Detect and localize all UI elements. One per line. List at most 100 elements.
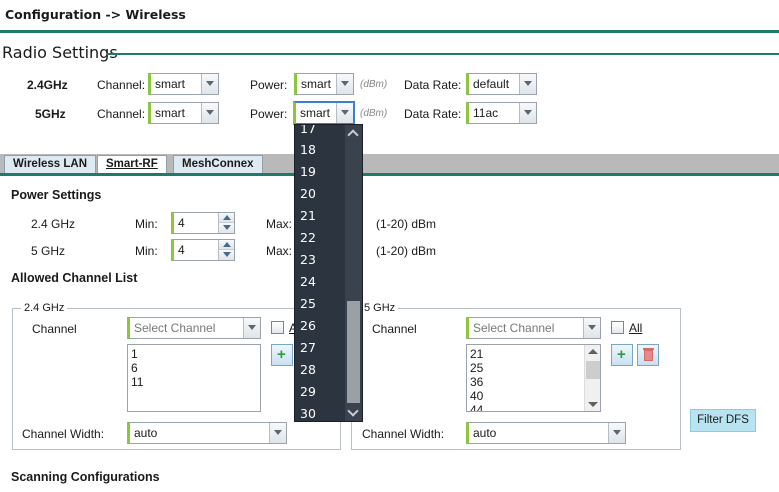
tab-wireless-lan[interactable]: Wireless LAN (4, 155, 97, 174)
allowed-channels-heading: Allowed Channel List (11, 271, 138, 285)
radio-band-label-24: 2.4GHz (27, 78, 68, 92)
chevron-down-icon[interactable] (519, 103, 536, 123)
dropdown-option[interactable]: 24 (300, 274, 316, 289)
dropdown-option[interactable]: 21 (300, 208, 316, 223)
channel-listbox-5[interactable]: 21 25 36 40 44 (466, 344, 601, 412)
dropdown-scrollbar[interactable] (345, 125, 362, 421)
channel-width-value-24: auto (134, 426, 158, 440)
dropdown-option[interactable]: 23 (300, 252, 316, 267)
increment-icon[interactable] (219, 213, 234, 223)
increment-icon[interactable] (219, 240, 234, 250)
plus-icon: + (617, 346, 626, 363)
plus-icon: + (277, 346, 286, 363)
power-unit-5: (dBm) (360, 108, 388, 119)
chevron-down-icon[interactable] (519, 74, 536, 94)
list-item[interactable]: 25 (470, 361, 597, 375)
channel-panel-24-legend: 2.4 GHz (21, 302, 68, 314)
scroll-thumb[interactable] (586, 361, 600, 379)
tab-meshconnex[interactable]: MeshConnex (173, 155, 263, 174)
data-rate-label-5: Data Rate: (404, 107, 462, 121)
list-item[interactable]: 6 (131, 361, 257, 375)
dropdown-option[interactable]: 26 (300, 318, 316, 333)
channel-label-5: Channel: (97, 107, 146, 121)
chevron-down-icon[interactable] (201, 103, 218, 123)
power-range-5: (1-20) dBm (376, 244, 437, 258)
data-rate-select-5[interactable]: 11ac (466, 102, 537, 124)
tab-smart-rf[interactable]: Smart-RF (97, 155, 167, 174)
power-dropdown-list[interactable]: 17 18 19 20 21 22 23 24 25 26 27 28 29 3… (294, 124, 363, 422)
chevron-down-icon[interactable] (243, 318, 260, 338)
decrement-icon[interactable] (219, 223, 234, 233)
scroll-down-icon[interactable] (588, 402, 598, 407)
power-select-24-value: smart (301, 77, 331, 91)
dropdown-option[interactable]: 29 (300, 384, 316, 399)
max-label-5: Max: (266, 244, 293, 258)
dropdown-option[interactable]: 18 (300, 142, 316, 157)
min-power-stepper-5[interactable]: 4 (171, 239, 235, 261)
min-power-stepper-24[interactable]: 4 (171, 212, 235, 234)
select-channel-24[interactable]: Select Channel (127, 317, 261, 339)
channel-listbox-24[interactable]: 1 6 11 (127, 344, 261, 412)
dropdown-option[interactable]: 17 (300, 125, 316, 136)
chevron-down-icon[interactable] (347, 405, 359, 417)
power-band-label-5: 5 GHz (31, 244, 66, 258)
add-channel-button-5[interactable]: + (611, 344, 633, 366)
channel-width-label-5: Channel Width: (362, 427, 445, 441)
channel-width-select-24[interactable]: auto (127, 422, 287, 444)
chevron-down-icon[interactable] (201, 74, 218, 94)
list-item[interactable]: 40 (470, 389, 597, 403)
dropdown-option[interactable]: 19 (300, 164, 316, 179)
channel-width-value-5: auto (473, 426, 497, 440)
list-item[interactable]: 21 (470, 347, 597, 361)
all-label-5[interactable]: All (629, 321, 642, 335)
power-select-24[interactable]: smart (294, 73, 354, 95)
power-select-5[interactable]: smart (293, 101, 355, 125)
min-power-value-24: 4 (178, 216, 185, 230)
tab-divider (0, 173, 779, 176)
list-item[interactable]: 36 (470, 375, 597, 389)
chevron-down-icon[interactable] (583, 318, 600, 338)
decrement-icon[interactable] (219, 250, 234, 260)
dropdown-scroll-thumb[interactable] (347, 301, 360, 403)
channel-panel-5-legend: 5 GHz (361, 302, 399, 314)
scanning-configurations-heading: Scanning Configurations (11, 470, 160, 484)
dropdown-option[interactable]: 22 (300, 230, 316, 245)
chevron-down-icon[interactable] (269, 423, 286, 443)
data-rate-select-24[interactable]: default (466, 73, 537, 95)
stepper-arrows (218, 240, 234, 260)
dropdown-option[interactable]: 28 (300, 362, 316, 377)
radio-band-label-5: 5GHz (35, 107, 66, 121)
max-label-24: Max: (266, 217, 293, 231)
add-channel-button-24[interactable]: + (271, 344, 293, 366)
delete-channel-button-5[interactable] (637, 344, 659, 366)
select-channel-5[interactable]: Select Channel (466, 317, 601, 339)
all-checkbox-24[interactable] (271, 321, 284, 334)
data-rate-select-24-value: default (473, 77, 510, 91)
listbox-scrollbar[interactable] (584, 345, 600, 411)
chevron-down-icon[interactable] (336, 103, 353, 123)
scroll-up-icon[interactable] (588, 349, 598, 354)
dropdown-option[interactable]: 30 (300, 406, 316, 421)
dropdown-option[interactable]: 25 (300, 296, 316, 311)
chevron-down-icon[interactable] (608, 423, 625, 443)
channel-width-label-24: Channel Width: (22, 427, 105, 441)
channel-select-5[interactable]: smart (148, 102, 219, 124)
channel-select-24[interactable]: smart (148, 73, 219, 95)
power-label-5: Power: (250, 107, 288, 121)
data-rate-select-5-value: 11ac (473, 106, 499, 120)
list-item[interactable]: 11 (131, 375, 257, 389)
list-item[interactable]: 44 (470, 403, 597, 411)
power-label-24: Power: (250, 78, 288, 92)
min-power-value-5: 4 (178, 243, 185, 257)
dropdown-option[interactable]: 20 (300, 186, 316, 201)
breadcrumb: Configuration -> Wireless (5, 7, 186, 22)
channel-width-select-5[interactable]: auto (466, 422, 626, 444)
chevron-down-icon[interactable] (336, 74, 353, 94)
chevron-up-icon[interactable] (347, 129, 359, 141)
list-item[interactable]: 1 (131, 347, 257, 361)
all-checkbox-5[interactable] (611, 321, 624, 334)
power-settings-heading: Power Settings (11, 188, 102, 202)
dropdown-option[interactable]: 27 (300, 340, 316, 355)
stepper-arrows (218, 213, 234, 233)
filter-dfs-button[interactable]: Filter DFS (690, 409, 756, 432)
